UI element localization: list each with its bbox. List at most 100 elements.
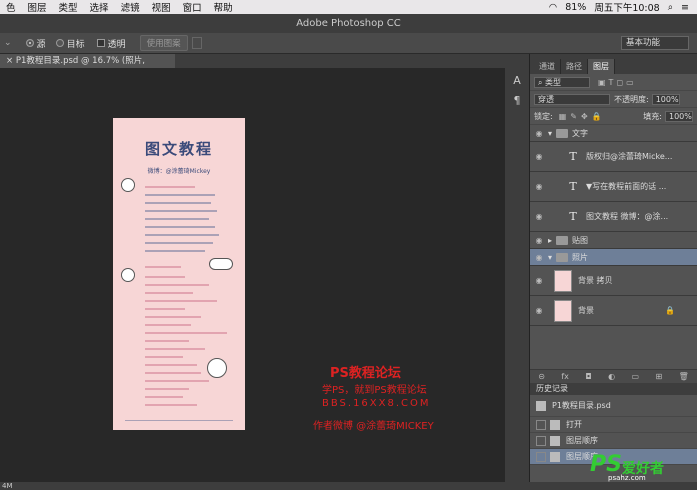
text-layer-icon: T (569, 150, 577, 163)
visibility-eye-icon[interactable]: ◉ (530, 306, 548, 315)
visibility-eye-icon[interactable]: ◉ (530, 129, 548, 138)
text-line (145, 300, 217, 302)
pattern-picker[interactable] (191, 37, 202, 49)
layer-row-image[interactable]: ◉ 背景 🔒 (530, 296, 697, 326)
document-canvas[interactable]: 图文教程 微博：@涂蕾琦Mickey (113, 118, 245, 430)
text-line (145, 194, 215, 196)
menu-view[interactable]: 视图 (146, 0, 177, 14)
expand-arrow-icon[interactable]: ▾ (548, 129, 552, 138)
layers-panel: 通道 路径 图层 ⌕ 类型 ▣T◻▭ 穿透 不透明度: 100% 锁定: ▦✎✥… (530, 54, 697, 482)
menu-window[interactable]: 窗口 (177, 0, 208, 14)
history-checkbox[interactable] (536, 451, 546, 462)
adjustment-icon[interactable]: ◐ (608, 372, 615, 381)
text-line (145, 324, 191, 326)
blend-mode-select[interactable]: 穿透 (534, 93, 610, 105)
text-line (145, 202, 211, 204)
history-panel-title[interactable]: 历史记录 (530, 383, 697, 395)
document-tab[interactable]: × P1教程目录.psd @ 16.7% (照片, RGB/8) (0, 54, 175, 80)
link-icon[interactable]: ⊝ (538, 372, 545, 381)
menu-select[interactable]: 选择 (84, 0, 115, 14)
fill-input[interactable]: 100% (665, 110, 693, 122)
text-line (145, 242, 213, 244)
watermark-url: BBS.16XX8.COM (322, 398, 431, 409)
tool-menu-icon[interactable]: ⌄ (4, 38, 12, 48)
text-line (145, 340, 189, 342)
sticker-cinnamoroll (207, 358, 227, 378)
layer-row-group-selected[interactable]: ◉ ▾ 照片 (530, 249, 697, 266)
document-icon (550, 451, 560, 462)
history-item[interactable]: 打开 (530, 417, 697, 433)
trash-icon[interactable]: 🗑 (679, 372, 689, 381)
watermark-title: PS教程论坛 (330, 366, 401, 381)
character-panel-icon[interactable]: A (510, 74, 524, 88)
visibility-eye-icon[interactable]: ◉ (530, 253, 548, 262)
target-radio[interactable]: 目标 (55, 37, 85, 50)
sticker-bunny (121, 178, 135, 192)
history-checkbox[interactable] (536, 435, 546, 446)
panel-tabs: 通道 路径 图层 (530, 54, 697, 74)
text-line (145, 396, 183, 398)
tab-paths[interactable]: 路径 (561, 59, 588, 74)
layer-row-text[interactable]: ◉ T 版权归@涂蕾琦Micke... (530, 142, 697, 172)
text-line (125, 420, 233, 421)
transparent-checkbox[interactable]: 透明 (96, 37, 126, 50)
lock-icon: 🔒 (665, 306, 675, 315)
brush-icon[interactable] (536, 400, 546, 411)
layer-row-group[interactable]: ◉ ▾ 文字 (530, 125, 697, 142)
new-layer-icon[interactable]: ⊞ (655, 372, 662, 381)
source-radio[interactable]: 源 (25, 37, 46, 50)
list-icon[interactable]: ≡ (681, 2, 689, 13)
history-checkbox[interactable] (536, 419, 546, 430)
paragraph-panel-icon[interactable]: ¶ (510, 94, 524, 108)
expand-arrow-icon[interactable]: ▸ (548, 236, 552, 245)
visibility-eye-icon[interactable]: ◉ (530, 152, 548, 161)
layer-row-image[interactable]: ◉ 背景 拷贝 (530, 266, 697, 296)
watermark-logo-url: psahz.com (608, 474, 646, 482)
workspace-select[interactable]: 基本功能 (621, 36, 689, 50)
new-group-icon[interactable]: ▭ (631, 372, 639, 381)
search-icon[interactable]: ⌕ (668, 2, 673, 13)
tab-channels[interactable]: 通道 (534, 59, 561, 74)
document-icon (550, 435, 560, 446)
opacity-input[interactable]: 100% (651, 93, 680, 105)
layer-filter-select[interactable]: ⌕ 类型 (534, 76, 590, 88)
fx-icon[interactable]: fx (561, 372, 569, 381)
menu-color[interactable]: 色 (0, 0, 22, 14)
text-line (145, 210, 217, 212)
menu-layer[interactable]: 图层 (22, 0, 53, 14)
search-icon: ⌕ (538, 77, 546, 87)
text-line (145, 356, 183, 358)
use-pattern-button[interactable]: 使用图案 (139, 35, 188, 51)
expand-arrow-icon[interactable]: ▾ (548, 253, 552, 262)
layer-row-text[interactable]: ◉ T ▼写在教程前面的话 ... (530, 172, 697, 202)
folder-icon (556, 128, 569, 138)
clock[interactable]: 周五下午10:08 (594, 0, 659, 14)
wifi-icon[interactable]: ◠ (549, 2, 557, 13)
layers-footer: ⊝ fx ◘ ◐ ▭ ⊞ 🗑 (530, 369, 697, 383)
menu-type[interactable]: 类型 (53, 0, 84, 14)
layer-list: ◉ ▾ 文字 ◉ T 版权归@涂蕾琦Micke... ◉ T ▼写在教程前面的话 ... ◉… (530, 125, 697, 326)
layer-row-text[interactable]: ◉ T 图文教程 微博：@涂... (530, 202, 697, 232)
lock-icons[interactable]: ▦✎✥🔒 (559, 112, 606, 121)
visibility-eye-icon[interactable]: ◉ (530, 212, 548, 221)
watermark-slogan: 学PS，就到PS教程论坛 (322, 385, 427, 396)
menu-filter[interactable]: 滤镜 (115, 0, 146, 14)
watermark-author: 作者微博 @涂蕾琦MICKEY (313, 421, 434, 432)
visibility-eye-icon[interactable]: ◉ (530, 276, 548, 285)
text-line (145, 292, 193, 294)
visibility-eye-icon[interactable]: ◉ (530, 182, 548, 191)
mask-icon[interactable]: ◘ (585, 372, 591, 381)
text-line (145, 266, 181, 268)
history-snapshot[interactable]: P1教程目录.psd (530, 395, 697, 417)
visibility-eye-icon[interactable]: ◉ (530, 236, 548, 245)
tab-layers[interactable]: 图层 (588, 59, 615, 74)
close-icon[interactable]: × (6, 56, 16, 66)
layer-row-group[interactable]: ◉ ▸ 贴图 (530, 232, 697, 249)
history-item[interactable]: 图层顺序 (530, 433, 697, 449)
options-bar: ⌄ 源 目标 透明 使用图案 (0, 33, 697, 54)
menu-help[interactable]: 帮助 (208, 0, 239, 14)
text-line (145, 388, 189, 390)
document-tabbar: × P1教程目录.psd @ 16.7% (照片, RGB/8) (0, 54, 505, 80)
filter-icons[interactable]: ▣T◻▭ (598, 78, 637, 87)
text-layer-icon: T (569, 180, 577, 193)
